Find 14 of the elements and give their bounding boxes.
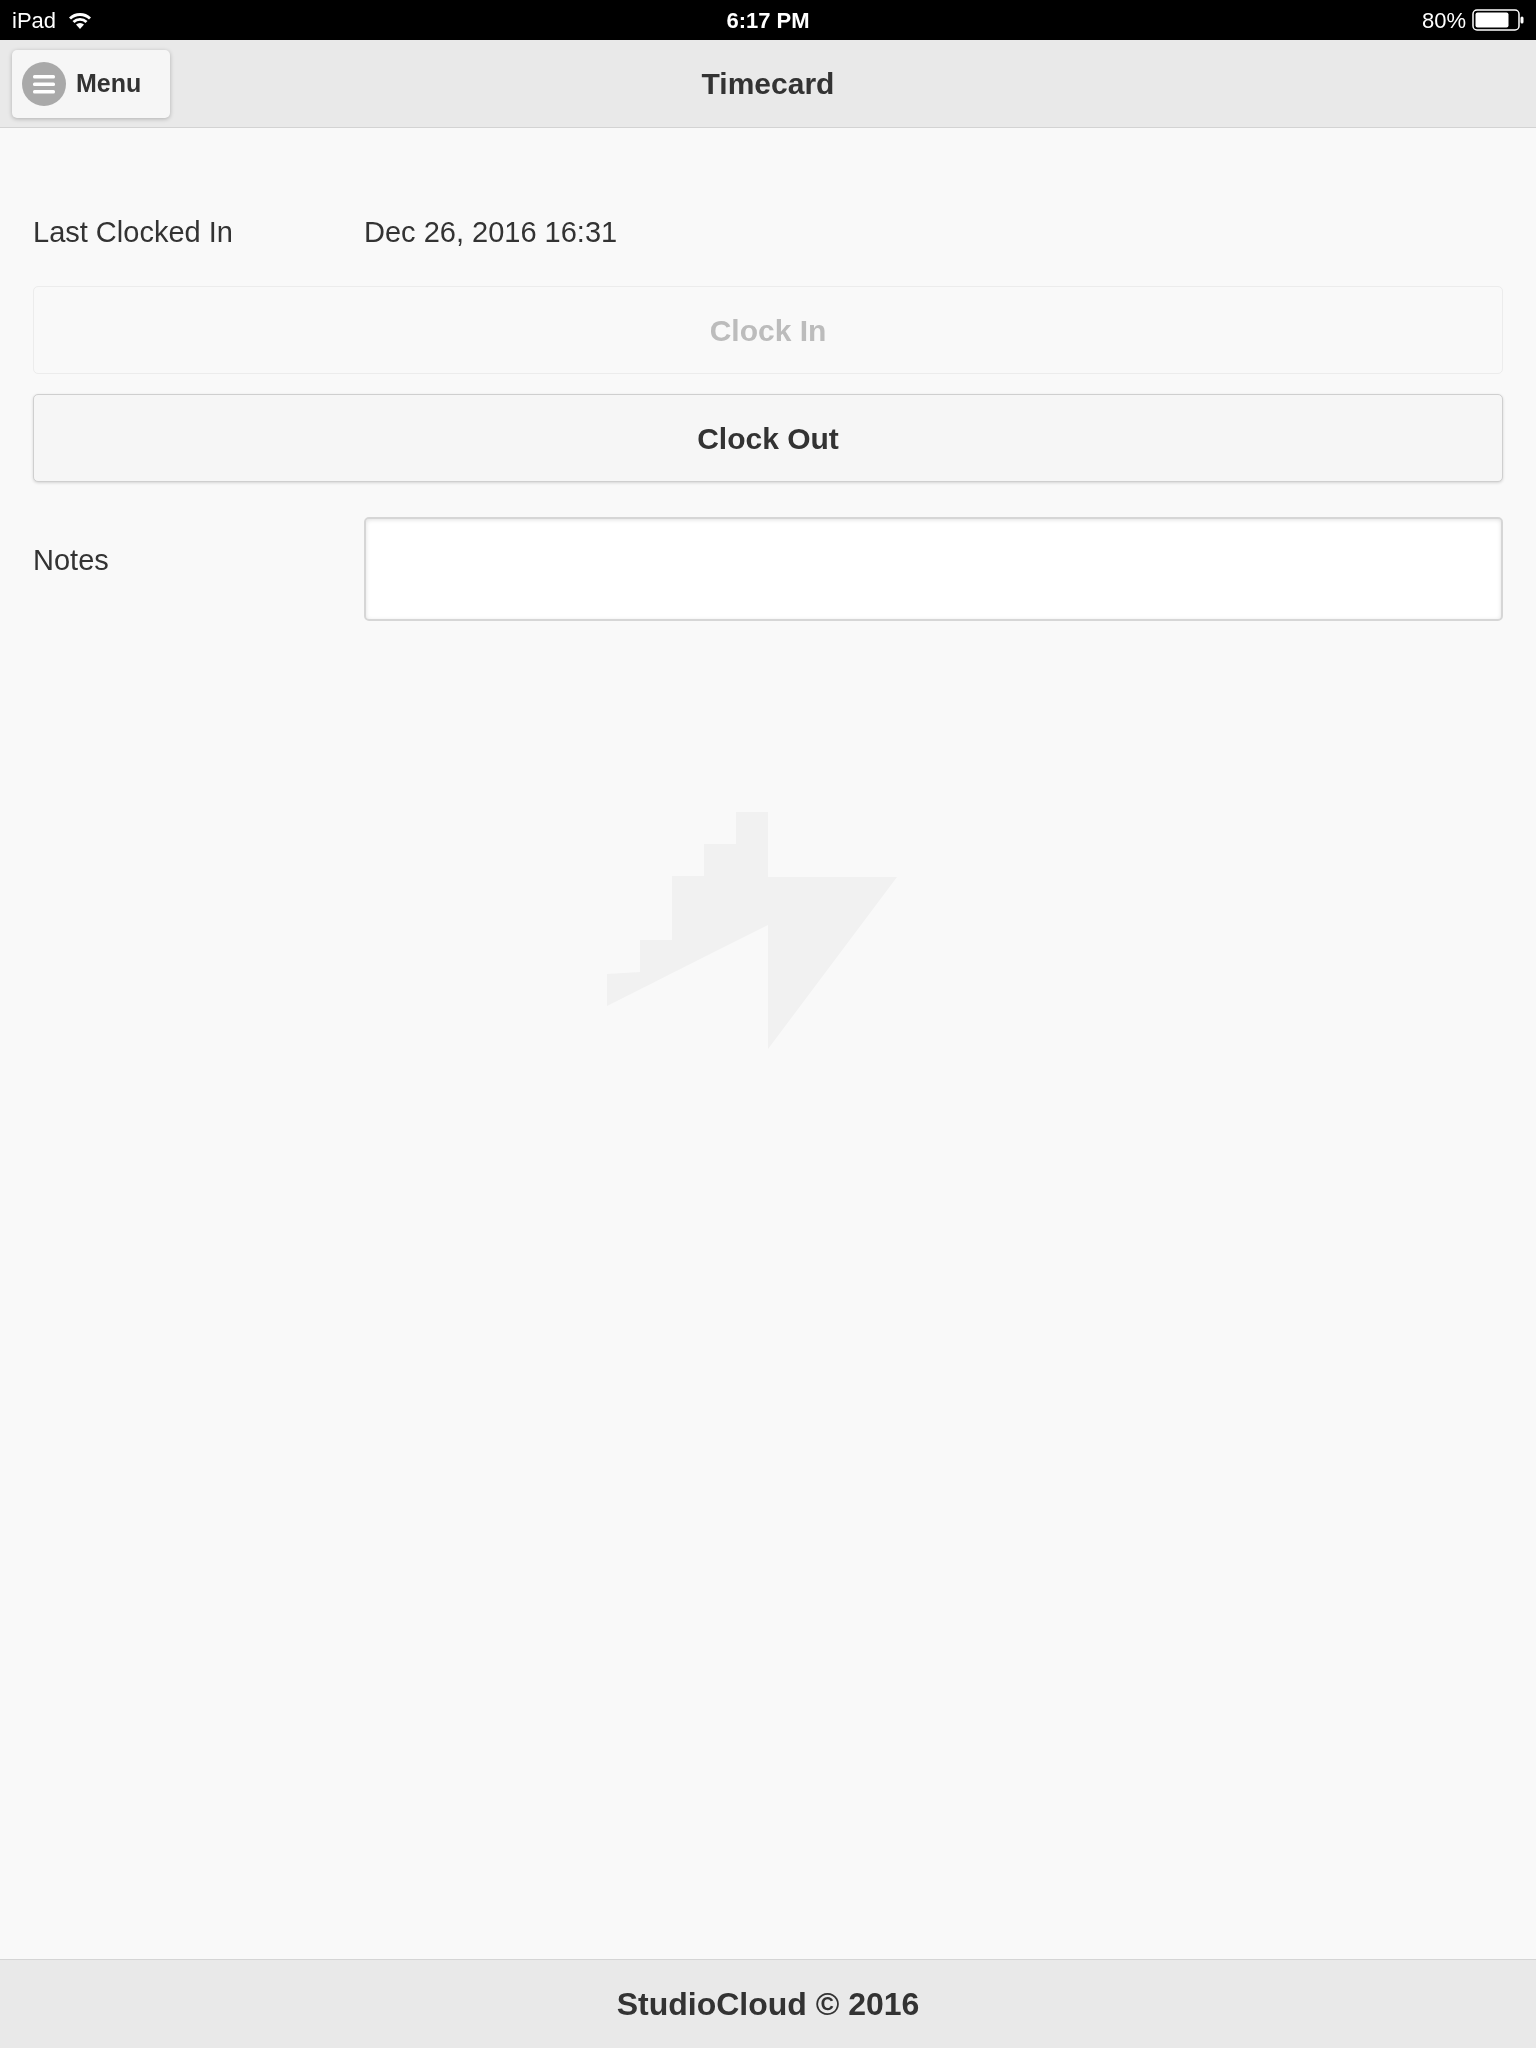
menu-icon (22, 61, 66, 106)
device-name: iPad (12, 6, 57, 35)
clock-time: 6:17 PM (726, 6, 810, 35)
last-clocked-in-label: Last Clocked In (33, 215, 234, 251)
notes-field[interactable] (364, 517, 1503, 621)
page-title: Timecard (701, 66, 835, 102)
footer-copyright: StudioCloud © 2016 (616, 1985, 920, 2024)
last-clocked-in-value: Dec 26, 2016 16:31 (364, 215, 618, 251)
battery-icon (1472, 9, 1524, 31)
clock-out-button[interactable]: Clock Out (33, 394, 1503, 482)
notes-label: Notes (33, 543, 110, 578)
battery-percent: 80% (1421, 6, 1466, 35)
menu-button[interactable]: Menu (12, 49, 170, 118)
wifi-icon (68, 11, 93, 29)
